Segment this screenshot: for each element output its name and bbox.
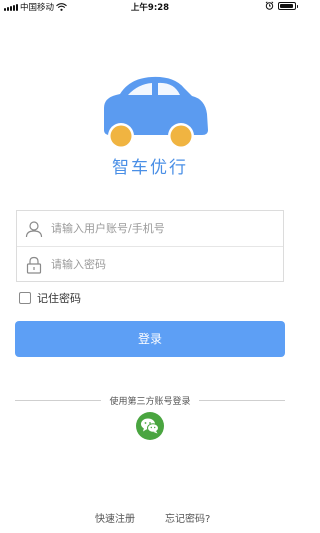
status-time: 上午9:28 (130, 3, 170, 13)
remember-password[interactable]: 记住密码 (19, 290, 81, 306)
remember-label: 记住密码 (37, 292, 81, 305)
lock-icon (26, 256, 42, 274)
status-right (265, 1, 298, 10)
account-row (17, 211, 283, 246)
user-icon (25, 220, 43, 237)
car-icon (104, 76, 208, 149)
third-party-divider: 使用第三方账号登录 (15, 394, 285, 407)
login-button[interactable]: 登录 (15, 321, 285, 357)
status-bar: 中国移动 上午9:28 (0, 0, 300, 14)
register-link[interactable]: 快速注册 (95, 510, 135, 525)
remember-checkbox[interactable] (19, 292, 31, 304)
wechat-login-button[interactable] (136, 412, 164, 440)
password-input[interactable] (49, 257, 273, 272)
divider-line-right (199, 400, 285, 401)
password-row (17, 246, 283, 282)
wechat-icon (141, 418, 159, 434)
alarm-icon (265, 1, 274, 10)
login-form (16, 210, 284, 282)
account-input[interactable] (49, 221, 273, 236)
forgot-password-link[interactable]: 忘记密码? (165, 510, 210, 525)
app-name: 智车优行 (112, 158, 188, 178)
battery-icon (278, 1, 298, 10)
